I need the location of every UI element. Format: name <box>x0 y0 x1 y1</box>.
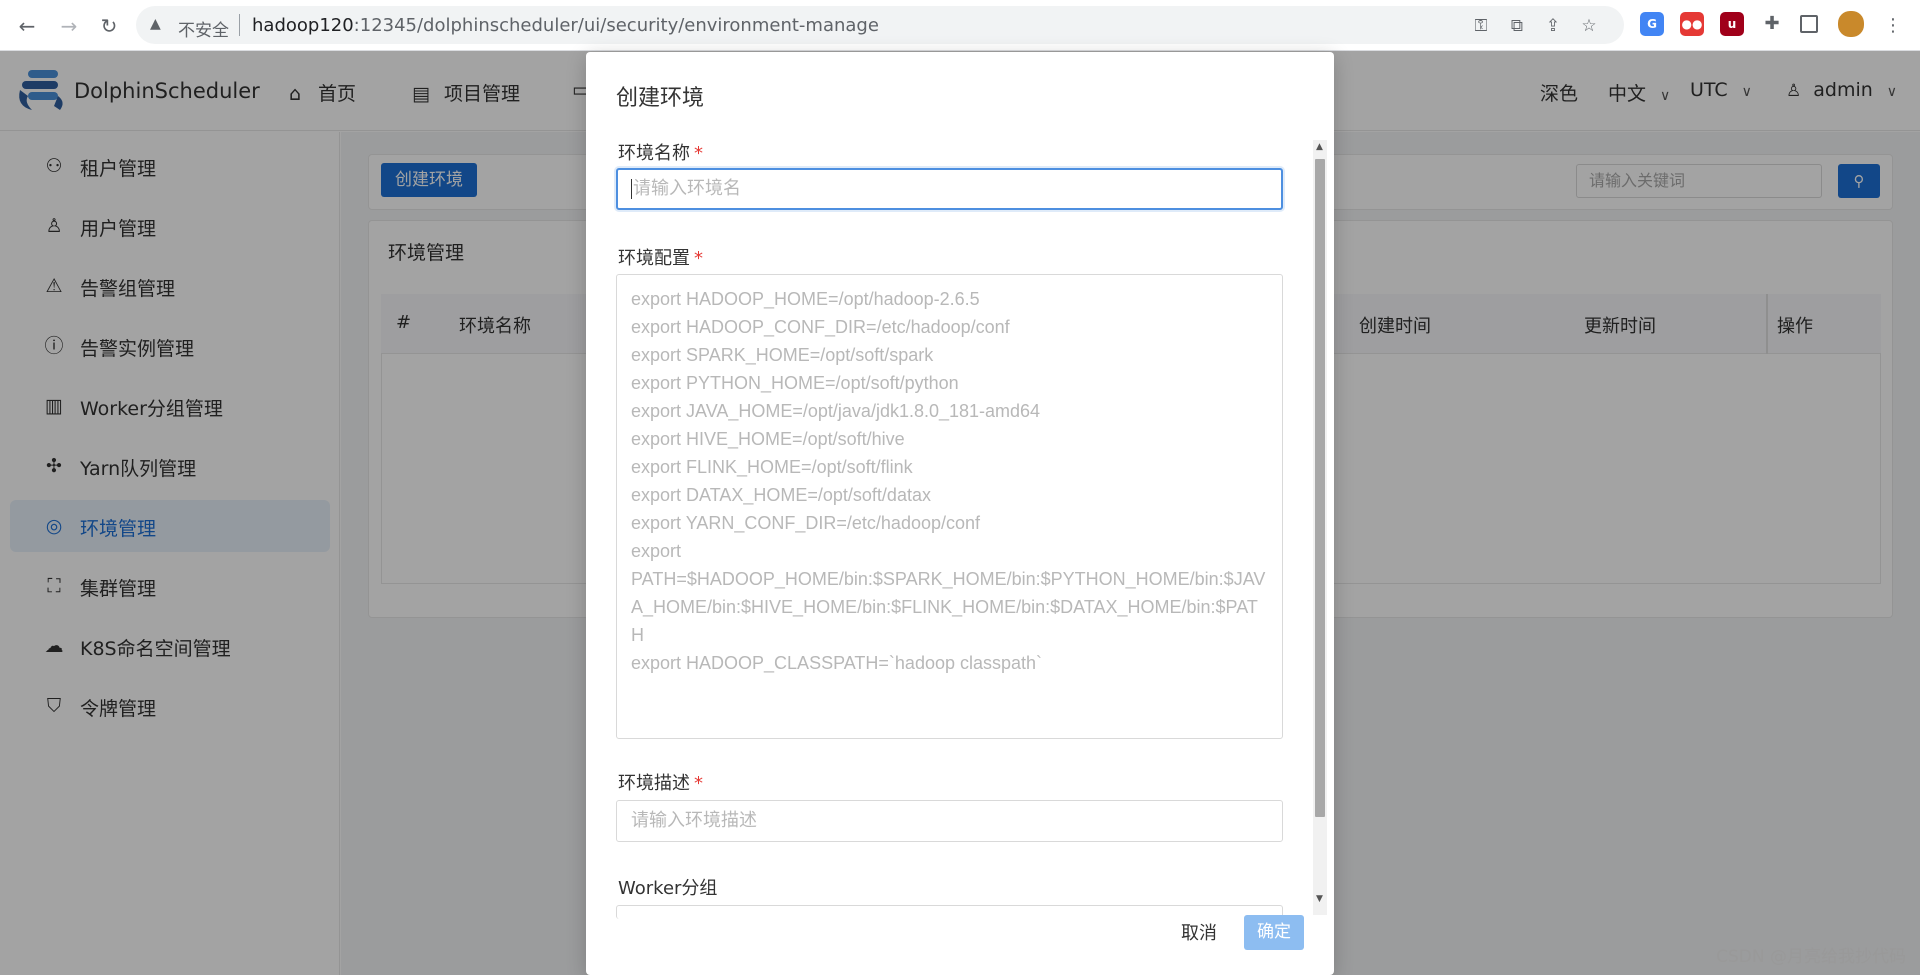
back-icon[interactable]: ← <box>14 13 40 39</box>
google-translate-icon[interactable]: G <box>1640 12 1664 36</box>
divider <box>239 14 240 36</box>
config-line: export HADOOP_HOME=/opt/hadoop-2.6.5 <box>631 289 980 309</box>
environment-name-input[interactable]: 请输入环境名 <box>616 168 1283 210</box>
environment-config-textarea[interactable]: export HADOOP_HOME=/opt/hadoop-2.6.5 exp… <box>616 274 1283 739</box>
address-bar[interactable]: ▲ 不安全 hadoop120:12345/dolphinscheduler/u… <box>136 6 1624 44</box>
config-line: export HADOOP_CLASSPATH=`hadoop classpat… <box>631 653 1043 673</box>
config-line: PATH=$HADOOP_HOME/bin:$SPARK_HOME/bin:$P… <box>631 569 1266 645</box>
dialog-scrollbar-thumb[interactable] <box>1315 159 1325 817</box>
share-icon[interactable]: ⇪ <box>1542 15 1564 37</box>
avatar[interactable] <box>1838 11 1864 37</box>
required-mark: * <box>694 248 703 269</box>
translate-icon[interactable]: ⧉ <box>1506 15 1528 37</box>
url-host: hadoop120 <box>252 15 354 36</box>
more-menu-icon[interactable]: ⋮ <box>1880 13 1906 39</box>
environment-name-label: 环境名称 * <box>618 139 703 165</box>
config-line: export FLINK_HOME=/opt/soft/flink <box>631 457 913 477</box>
worker-group-label: Worker分组 <box>618 878 718 899</box>
config-line: export JAVA_HOME=/opt/java/jdk1.8.0_181-… <box>631 401 1041 421</box>
watermark: CSDN @月亮给我抄代码 <box>1716 947 1906 967</box>
confirm-button[interactable]: 确定 <box>1244 915 1304 950</box>
label-text: 环境名称 <box>618 143 690 164</box>
environment-desc-input[interactable]: 请输入环境描述 <box>616 800 1283 842</box>
label-text: 环境描述 <box>618 773 690 794</box>
config-line: export HIVE_HOME=/opt/soft/hive <box>631 429 905 449</box>
dialog-title: 创建环境 <box>616 86 705 111</box>
config-line: export HADOOP_CONF_DIR=/etc/hadoop/conf <box>631 317 1010 337</box>
config-line: export PYTHON_HOME=/opt/soft/python <box>631 373 959 393</box>
cancel-button[interactable]: 取消 <box>1169 917 1229 951</box>
required-mark: * <box>694 143 703 164</box>
key-icon[interactable]: ⚿ <box>1470 15 1492 37</box>
url-path: :12345/dolphinscheduler/ui/security/envi… <box>353 15 879 36</box>
forward-icon[interactable]: → <box>56 13 82 39</box>
sidepanel-icon[interactable] <box>1800 15 1818 33</box>
extension-red-icon[interactable]: ●● <box>1680 12 1704 36</box>
required-mark: * <box>694 773 703 794</box>
input-placeholder: 请输入环境描述 <box>631 810 757 831</box>
create-environment-dialog: 创建环境 环境名称 * 请输入环境名 环境配置 * export HADOOP_HO… <box>586 52 1334 975</box>
warning-icon: ▲ <box>150 16 161 32</box>
config-line: export <box>631 541 682 561</box>
label-text: 环境配置 <box>618 248 690 269</box>
input-placeholder: 请输入环境名 <box>633 178 741 199</box>
config-line: export YARN_CONF_DIR=/etc/hadoop/conf <box>631 513 981 533</box>
star-icon[interactable]: ☆ <box>1578 15 1600 37</box>
text-caret <box>631 179 632 199</box>
puzzle-icon[interactable]: ✚ <box>1760 12 1784 36</box>
insecure-label: 不安全 <box>178 21 229 41</box>
environment-config-label: 环境配置 * <box>618 244 703 270</box>
config-line: export DATAX_HOME=/opt/soft/datax <box>631 485 931 505</box>
reload-icon[interactable]: ↻ <box>96 13 122 39</box>
scroll-down-icon[interactable]: ▼ <box>1316 894 1323 904</box>
url-text[interactable]: hadoop120:12345/dolphinscheduler/ui/secu… <box>252 15 879 36</box>
browser-toolbar: ← → ↻ ▲ 不安全 hadoop120:12345/dolphinsched… <box>0 0 1920 51</box>
environment-desc-label: 环境描述 * <box>618 769 703 795</box>
config-line: export SPARK_HOME=/opt/soft/spark <box>631 345 934 365</box>
ublock-icon[interactable]: u <box>1720 12 1744 36</box>
scroll-up-icon[interactable]: ▲ <box>1316 142 1323 152</box>
